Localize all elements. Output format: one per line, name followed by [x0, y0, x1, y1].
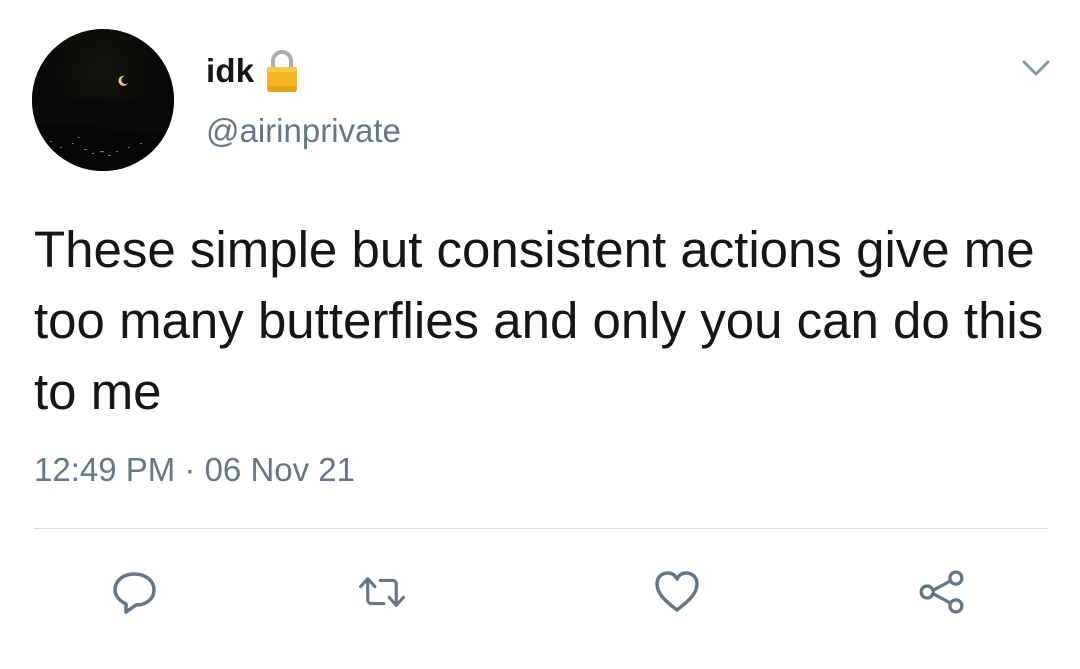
share-button[interactable] — [917, 568, 967, 616]
avatar-night-scene-image — [32, 29, 174, 171]
tweet-text: These simple but consistent actions give… — [34, 221, 1044, 420]
lock-icon — [264, 48, 300, 94]
like-button[interactable] — [652, 568, 702, 616]
reply-icon — [113, 572, 156, 614]
retweet-icon — [359, 577, 405, 607]
reply-button[interactable] — [110, 568, 160, 616]
divider — [34, 528, 1048, 529]
tweet-card: idk @airinprivate These simple but consi… — [0, 0, 1080, 669]
avatar[interactable] — [32, 29, 174, 171]
retweet-button[interactable] — [357, 568, 407, 616]
tweet-timestamp[interactable]: 12:49 PM · 06 Nov 21 — [34, 451, 355, 489]
display-name[interactable]: idk — [206, 52, 254, 90]
heart-icon — [655, 571, 699, 612]
user-handle[interactable]: @airinprivate — [206, 112, 401, 150]
display-name-row: idk — [206, 48, 300, 94]
share-icon — [919, 570, 964, 614]
chevron-down-icon[interactable] — [1018, 56, 1054, 80]
